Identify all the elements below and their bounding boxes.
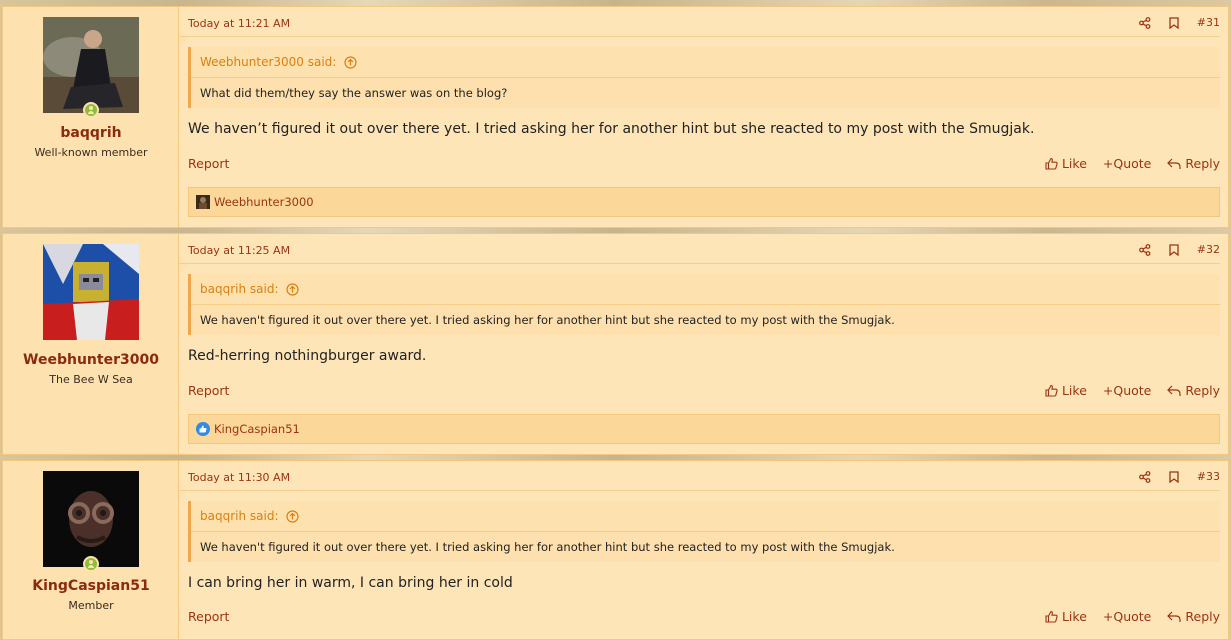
post: baqqrih Well-known member Today at 11:21… xyxy=(2,6,1229,228)
quote-block: Weebhunter3000 said: What did them/they … xyxy=(188,47,1220,108)
quote-header[interactable]: baqqrih said: xyxy=(191,501,1220,532)
username[interactable]: baqqrih xyxy=(3,125,179,141)
post-number[interactable]: #32 xyxy=(1197,243,1220,256)
avatar[interactable] xyxy=(43,17,139,113)
like-label: Like xyxy=(1061,156,1087,171)
like-label: Like xyxy=(1061,609,1087,624)
quote-author[interactable]: Weebhunter3000 said: xyxy=(200,55,336,69)
like-icon xyxy=(1045,610,1058,623)
quote-header[interactable]: Weebhunter3000 said: xyxy=(191,47,1220,78)
post-message: Red-herring nothingburger award. xyxy=(188,348,427,364)
reaction-user[interactable]: KingCaspian51 xyxy=(214,422,300,436)
quote-text: We haven't figured it out over there yet… xyxy=(191,305,1220,335)
online-status-icon xyxy=(83,556,99,572)
share-icon[interactable] xyxy=(1138,16,1151,29)
post-number[interactable]: #31 xyxy=(1197,16,1220,29)
quote-block: baqqrih said: We haven't figured it out … xyxy=(188,501,1220,562)
post-meta-actions: #31 xyxy=(1138,16,1220,29)
like-label: Like xyxy=(1061,383,1087,398)
quote-button[interactable]: +Quote xyxy=(1103,609,1151,624)
reply-label: Reply xyxy=(1185,383,1220,398)
post-date[interactable]: Today at 11:30 AM xyxy=(188,471,290,484)
post-date[interactable]: Today at 11:25 AM xyxy=(188,244,290,257)
jump-to-quote-icon[interactable] xyxy=(286,283,299,296)
user-title: Member xyxy=(68,599,114,612)
user-title: The Bee W Sea xyxy=(49,373,133,386)
divider xyxy=(179,36,1220,37)
like-icon xyxy=(1045,384,1058,397)
post: Weebhunter3000 The Bee W Sea Today at 11… xyxy=(2,233,1229,455)
quote-header[interactable]: baqqrih said: xyxy=(191,274,1220,305)
post-date[interactable]: Today at 11:21 AM xyxy=(188,17,290,30)
share-icon[interactable] xyxy=(1138,243,1151,256)
user-panel: Weebhunter3000 The Bee W Sea xyxy=(3,234,188,454)
like-reaction-icon xyxy=(196,422,210,436)
avatar[interactable] xyxy=(43,244,139,340)
quote-text: We haven't figured it out over there yet… xyxy=(191,532,1220,562)
user-avatar-icon xyxy=(196,195,210,209)
reply-button[interactable]: Reply xyxy=(1167,609,1220,624)
divider xyxy=(179,490,1220,491)
like-button[interactable]: Like xyxy=(1045,156,1087,171)
like-button[interactable]: Like xyxy=(1045,609,1087,624)
post-body: Today at 11:21 AM #31 Weebhunter3000 sai… xyxy=(179,7,1228,227)
bookmark-icon[interactable] xyxy=(1169,243,1179,256)
bookmark-icon[interactable] xyxy=(1169,16,1179,29)
reply-icon xyxy=(1167,611,1181,623)
share-icon[interactable] xyxy=(1138,470,1151,483)
post-body: Today at 11:25 AM #32 baqqrih said: We h… xyxy=(179,234,1228,454)
username[interactable]: Weebhunter3000 xyxy=(3,352,179,368)
reactions-bar[interactable]: KingCaspian51 xyxy=(188,414,1220,444)
jump-to-quote-icon[interactable] xyxy=(286,510,299,523)
reaction-user[interactable]: Weebhunter3000 xyxy=(214,195,314,209)
post-number[interactable]: #33 xyxy=(1197,470,1220,483)
divider xyxy=(179,263,1220,264)
online-status-icon xyxy=(83,102,99,118)
post: KingCaspian51 Member Today at 11:30 AM #… xyxy=(2,460,1229,640)
bookmark-icon[interactable] xyxy=(1169,470,1179,483)
post-meta-actions: #32 xyxy=(1138,243,1220,256)
report-link[interactable]: Report xyxy=(188,156,229,171)
quote-text: What did them/they say the answer was on… xyxy=(191,78,1220,108)
quote-author[interactable]: baqqrih said: xyxy=(200,509,279,523)
post-meta-actions: #33 xyxy=(1138,470,1220,483)
like-button[interactable]: Like xyxy=(1045,383,1087,398)
reply-label: Reply xyxy=(1185,609,1220,624)
jump-to-quote-icon[interactable] xyxy=(344,56,357,69)
reply-icon xyxy=(1167,158,1181,170)
user-panel: baqqrih Well-known member xyxy=(3,7,188,227)
quote-button[interactable]: +Quote xyxy=(1103,156,1151,171)
reply-icon xyxy=(1167,385,1181,397)
post-message: I can bring her in warm, I can bring her… xyxy=(188,575,513,591)
quote-author[interactable]: baqqrih said: xyxy=(200,282,279,296)
quote-block: baqqrih said: We haven't figured it out … xyxy=(188,274,1220,335)
user-title: Well-known member xyxy=(34,146,148,159)
post-body: Today at 11:30 AM #33 baqqrih said: We h… xyxy=(179,461,1228,639)
post-message: We haven’t figured it out over there yet… xyxy=(188,121,1035,137)
reply-button[interactable]: Reply xyxy=(1167,156,1220,171)
like-icon xyxy=(1045,157,1058,170)
username[interactable]: KingCaspian51 xyxy=(3,578,179,594)
avatar[interactable] xyxy=(43,471,139,567)
reply-label: Reply xyxy=(1185,156,1220,171)
reactions-bar[interactable]: Weebhunter3000 xyxy=(188,187,1220,217)
user-panel: KingCaspian51 Member xyxy=(3,461,188,639)
report-link[interactable]: Report xyxy=(188,383,229,398)
report-link[interactable]: Report xyxy=(188,609,229,624)
quote-button[interactable]: +Quote xyxy=(1103,383,1151,398)
reply-button[interactable]: Reply xyxy=(1167,383,1220,398)
